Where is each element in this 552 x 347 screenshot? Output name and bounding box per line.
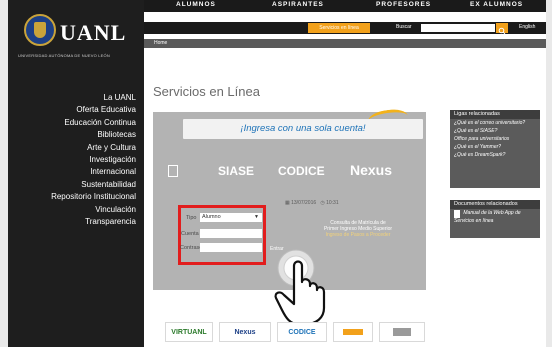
building-icon xyxy=(168,164,178,177)
related-links-title: Ligas relacionadas xyxy=(450,110,540,119)
institution-logo xyxy=(168,162,180,180)
search-button[interactable] xyxy=(496,23,508,35)
services-button[interactable]: Servicios en línea xyxy=(308,23,370,33)
related-links-box: Ligas relacionadas ¿Qué es el correo uni… xyxy=(450,110,540,188)
login-tagline: ¡Ingresa con una sola cuenta! xyxy=(183,119,423,139)
sidebar-item-vinculacion[interactable]: Vinculación xyxy=(8,204,144,216)
topnav-aspirantes[interactable]: ASPIRANTES xyxy=(272,1,324,8)
related-link-2[interactable]: ¿Qué es el SIASE? xyxy=(450,127,540,135)
top-nav: ALUMNOS ASPIRANTES PROFESORES EX ALUMNOS xyxy=(144,0,546,12)
search-icon xyxy=(498,27,506,35)
pdf-icon xyxy=(454,210,460,218)
sidebar-item-sustentabilidad[interactable]: Sustentabilidad xyxy=(8,179,144,191)
sidebar-item-transparencia[interactable]: Transparencia xyxy=(8,216,144,228)
bottom-logo-5-icon xyxy=(393,328,411,337)
bottom-logo-4-icon xyxy=(343,329,363,336)
tipo-select[interactable]: Alumno ▼ xyxy=(200,213,262,222)
sidebar-item-investigacion[interactable]: Investigación xyxy=(8,154,144,166)
sidebar-item-internacional[interactable]: Internacional xyxy=(8,166,144,178)
tipo-label: Tipo xyxy=(186,215,197,221)
cuenta-input[interactable] xyxy=(200,229,262,238)
related-doc-1[interactable]: Manual de la Web App de Servicios en lín… xyxy=(450,209,540,225)
cuenta-label: Cuenta xyxy=(181,231,199,237)
related-docs-title: Documentos relacionados xyxy=(450,200,540,209)
siase-logo: SIASE xyxy=(218,164,255,178)
bottom-logos: VIRTUANL Nexus CODICE xyxy=(165,322,427,344)
codice-logo: CODICE xyxy=(278,164,325,178)
sidebar-item-oferta-educativa[interactable]: Oferta Educativa xyxy=(8,104,144,116)
breadcrumb: Home xyxy=(144,39,546,48)
logo-name: UANL xyxy=(60,20,127,45)
tipo-selected-value: Alumno xyxy=(202,214,221,220)
consulta-link[interactable]: Consulta de Matrícula de Primer Ingreso … xyxy=(300,220,416,238)
bottom-logo-nexus[interactable]: Nexus xyxy=(219,322,271,342)
bottom-logo-codice[interactable]: CODICE xyxy=(277,322,327,342)
related-link-3[interactable]: Office para universitarios xyxy=(450,135,540,143)
nexus-logo: Nexus xyxy=(350,162,393,178)
uanl-logo[interactable]: UANL UNIVERSIDAD AUTÓNOMA DE NUEVO LEÓN xyxy=(8,0,144,74)
university-seal-icon xyxy=(24,14,56,46)
login-date: 13/07/2016 xyxy=(291,200,317,206)
bottom-logo-4[interactable] xyxy=(333,322,373,342)
sidebar-item-la-uanl[interactable]: La UANL xyxy=(8,92,144,104)
password-input[interactable] xyxy=(200,243,262,252)
related-docs-box: Documentos relacionados Manual de la Web… xyxy=(450,200,540,238)
sidebar: UANL UNIVERSIDAD AUTÓNOMA DE NUEVO LEÓN … xyxy=(8,0,144,347)
sidebar-item-repositorio[interactable]: Repositorio Institucional xyxy=(8,191,144,203)
tap-hand-icon xyxy=(274,249,326,326)
consulta-line-3: Ingreso de Pasos a Proceder xyxy=(325,232,391,238)
sidebar-item-arte-cultura[interactable]: Arte y Cultura xyxy=(8,142,144,154)
topnav-ex-alumnos[interactable]: EX ALUMNOS xyxy=(470,1,523,8)
logo-university: UNIVERSIDAD AUTÓNOMA DE NUEVO LEÓN xyxy=(18,53,110,58)
date-time: ▦ 13/07/2016 ◷ 10:31 xyxy=(285,200,339,206)
related-link-4[interactable]: ¿Qué es el Yammer? xyxy=(450,143,540,151)
related-link-5[interactable]: ¿Qué es DreamSpark? xyxy=(450,151,540,159)
bottom-logo-virtuanl[interactable]: VIRTUANL xyxy=(165,322,213,342)
login-time: 10:31 xyxy=(326,200,339,206)
language-link[interactable]: English xyxy=(519,24,535,30)
topnav-alumnos[interactable]: ALUMNOS xyxy=(176,1,216,8)
page-title: Servicios en Línea xyxy=(153,84,260,99)
search-label: Buscar xyxy=(396,24,412,30)
dropdown-caret-icon: ▼ xyxy=(254,214,259,220)
sidebar-nav: La UANL Oferta Educativa Educación Conti… xyxy=(8,92,144,228)
breadcrumb-home[interactable]: Home xyxy=(154,39,167,48)
topnav-profesores[interactable]: PROFESORES xyxy=(376,1,431,8)
related-doc-1-label: Manual de la Web App de Servicios en lín… xyxy=(454,210,521,224)
sidebar-item-educacion-continua[interactable]: Educación Continua xyxy=(8,117,144,129)
calendar-icon: ▦ xyxy=(285,200,290,206)
systems-logos: SIASE CODICE Nexus xyxy=(166,160,416,184)
bottom-logo-5[interactable] xyxy=(379,322,425,342)
search-input[interactable] xyxy=(421,24,495,32)
related-link-1[interactable]: ¿Qué es el correo universitario? xyxy=(450,119,540,127)
clock-icon: ◷ xyxy=(320,200,325,206)
sidebar-item-bibliotecas[interactable]: Bibliotecas xyxy=(8,129,144,141)
